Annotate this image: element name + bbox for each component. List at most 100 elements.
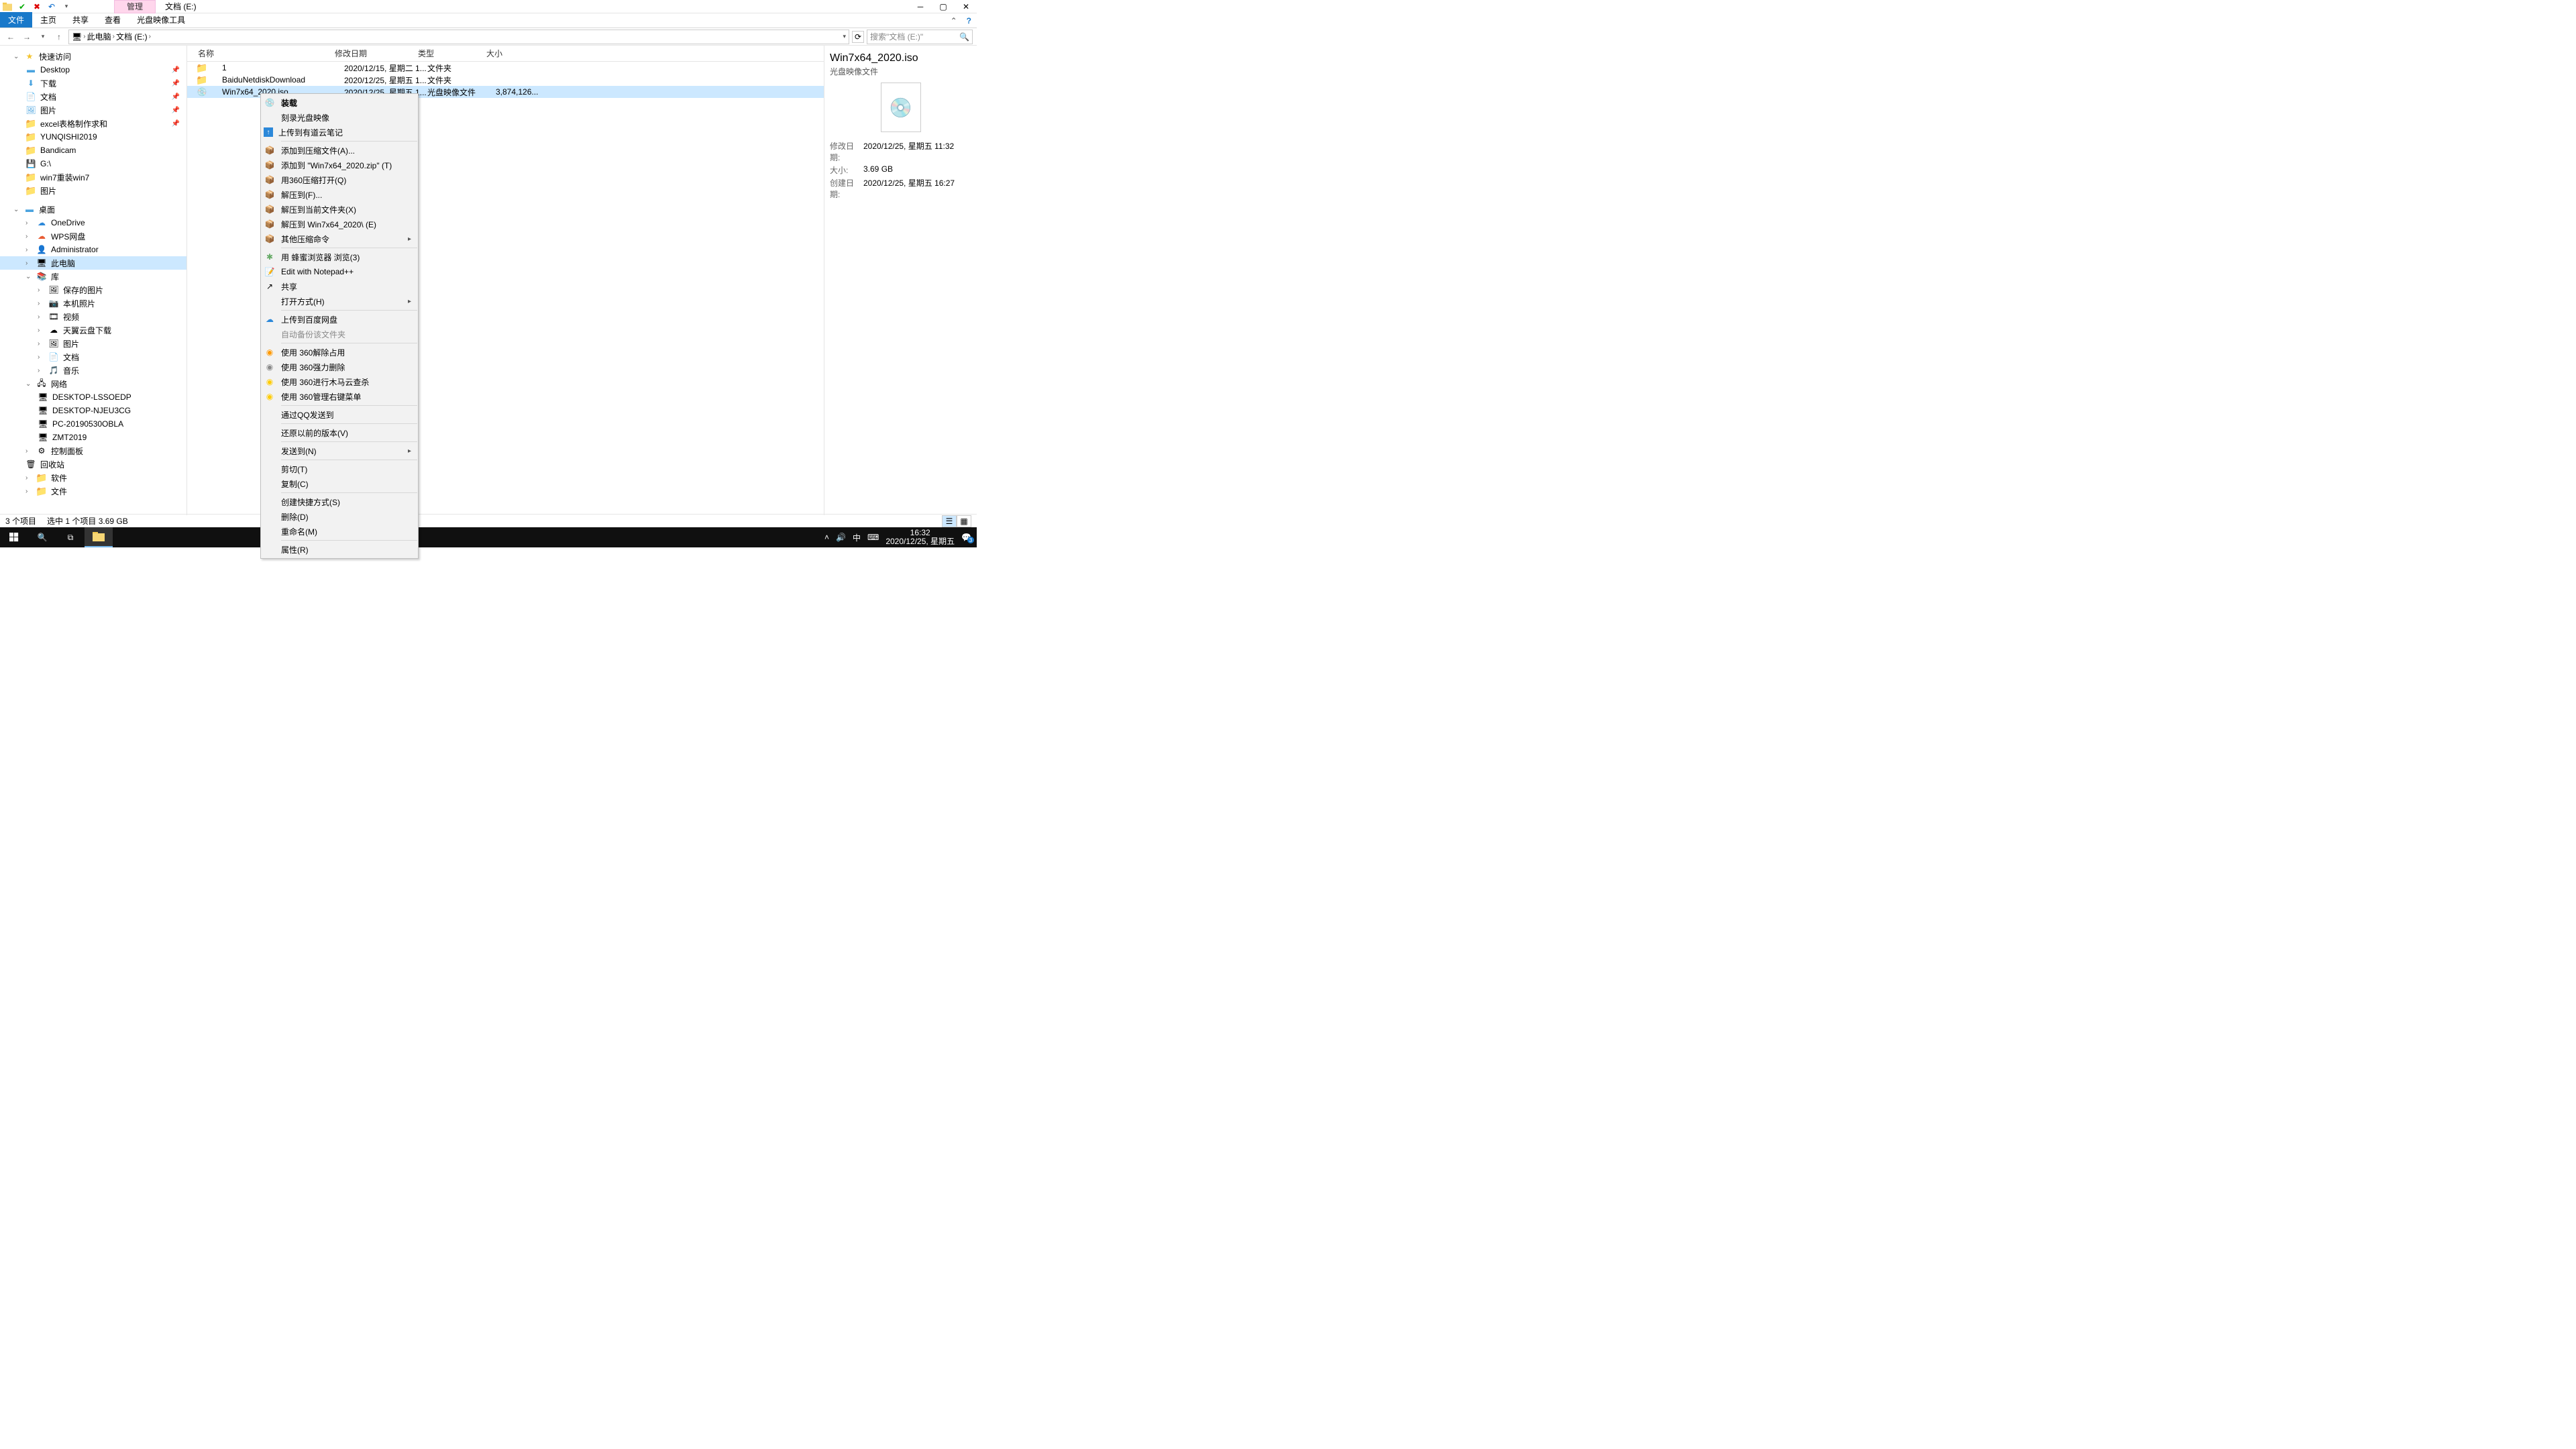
ctx-rename[interactable]: 重命名(M) xyxy=(261,524,418,539)
search-icon[interactable]: 🔍 xyxy=(959,32,969,42)
qat-check-icon[interactable]: ✔ xyxy=(17,1,28,12)
chevron-right-icon[interactable]: › xyxy=(25,233,32,240)
qat-close-icon[interactable]: ✖ xyxy=(32,1,42,12)
chevron-right-icon[interactable]: › xyxy=(38,354,44,361)
tree-folder[interactable]: ›📁文件 xyxy=(0,484,186,498)
search-input[interactable]: 搜索"文档 (E:)" 🔍 xyxy=(867,30,973,44)
taskbar-taskview-icon[interactable]: ⧉ xyxy=(56,527,85,547)
tray-keyboard-icon[interactable]: ⌨ xyxy=(867,533,879,542)
chevron-right-icon[interactable]: › xyxy=(25,488,32,495)
tree-user[interactable]: ›👤Administrator xyxy=(0,243,186,256)
tree-lib-item[interactable]: ›🎵音乐 xyxy=(0,364,186,377)
ctx-youdao[interactable]: ↑上传到有道云笔记 xyxy=(261,125,418,140)
chevron-down-icon[interactable]: ⌄ xyxy=(25,273,32,280)
tree-pictures[interactable]: 🖼图片📌 xyxy=(0,103,186,117)
tree-wps[interactable]: ›☁WPS网盘 xyxy=(0,229,186,243)
file-row[interactable]: 📁 1 2020/12/15, 星期二 1... 文件夹 xyxy=(187,62,824,74)
ctx-restore-version[interactable]: 还原以前的版本(V) xyxy=(261,425,418,440)
chevron-right-icon[interactable]: › xyxy=(25,219,32,227)
chevron-right-icon[interactable]: › xyxy=(25,447,32,455)
tree-recycle[interactable]: 🗑回收站 xyxy=(0,458,186,471)
chevron-right-icon[interactable]: › xyxy=(38,300,44,307)
tree-lib-item[interactable]: ›🖼图片 xyxy=(0,337,186,350)
close-button[interactable]: ✕ xyxy=(961,1,971,12)
ctx-burn[interactable]: 刻录光盘映像 xyxy=(261,110,418,125)
ctx-copy[interactable]: 复制(C) xyxy=(261,476,418,491)
chevron-right-icon[interactable]: › xyxy=(25,474,32,482)
maximize-button[interactable]: ▢ xyxy=(938,1,949,12)
ctx-extract-named[interactable]: 📦解压到 Win7x64_2020\ (E) xyxy=(261,217,418,231)
chevron-right-icon[interactable]: › xyxy=(25,260,32,267)
ctx-mount[interactable]: 💿装载 xyxy=(261,95,418,110)
col-name[interactable]: 名称 xyxy=(187,48,335,59)
chevron-right-icon[interactable]: › xyxy=(25,246,32,254)
chevron-down-icon[interactable]: ⌄ xyxy=(25,380,32,388)
tree-control-panel[interactable]: ›⚙控制面板 xyxy=(0,444,186,458)
ctx-360-unlock[interactable]: ◉使用 360解除占用 xyxy=(261,345,418,360)
col-date[interactable]: 修改日期 xyxy=(335,48,418,59)
tree-downloads[interactable]: ⬇下载📌 xyxy=(0,76,186,90)
tree-onedrive[interactable]: ›☁OneDrive xyxy=(0,216,186,229)
breadcrumb-pc[interactable]: 此电脑 xyxy=(87,31,111,42)
chevron-down-icon[interactable]: ⌄ xyxy=(13,53,20,60)
view-details-icon[interactable]: ☰ xyxy=(942,515,957,527)
tree-lib-item[interactable]: ›📄文档 xyxy=(0,350,186,364)
tree-network-pc[interactable]: 🖥DESKTOP-NJEU3CG xyxy=(0,404,186,417)
tree-folder[interactable]: 📁Bandicam xyxy=(0,144,186,157)
tree-network[interactable]: ⌄🖧网络 xyxy=(0,377,186,390)
ctx-cut[interactable]: 剪切(T) xyxy=(261,462,418,476)
tree-folder[interactable]: 📁win7重装win7 xyxy=(0,170,186,184)
col-type[interactable]: 类型 xyxy=(418,48,486,59)
ctx-other-zip[interactable]: 📦其他压缩命令▸ xyxy=(261,231,418,246)
ctx-360-delete[interactable]: ◉使用 360强力删除 xyxy=(261,360,418,374)
ctx-extract-to[interactable]: 📦解压到(F)... xyxy=(261,187,418,202)
tree-drive[interactable]: 💾G:\ xyxy=(0,157,186,170)
tree-folder[interactable]: ›📁软件 xyxy=(0,471,186,484)
tree-lib-item[interactable]: ›☁天翼云盘下载 xyxy=(0,323,186,337)
tree-folder[interactable]: 📁YUNQISHI2019 xyxy=(0,130,186,144)
tree-this-pc[interactable]: ›🖥此电脑 xyxy=(0,256,186,270)
tree-desktop-root[interactable]: ⌄▬桌面 xyxy=(0,203,186,216)
ctx-qq-send[interactable]: 通过QQ发送到 xyxy=(261,407,418,422)
breadcrumb-drive[interactable]: 文档 (E:) xyxy=(116,31,148,42)
ribbon-view[interactable]: 查看 xyxy=(97,12,129,28)
tree-quick-access[interactable]: ⌄★快速访问 xyxy=(0,50,186,63)
chevron-down-icon[interactable]: ⌄ xyxy=(13,206,20,213)
chevron-right-icon[interactable]: › xyxy=(38,286,44,294)
tree-network-pc[interactable]: 🖥PC-20190530OBLA xyxy=(0,417,186,431)
ctx-send-to[interactable]: 发送到(N)▸ xyxy=(261,443,418,458)
nav-forward-icon[interactable]: → xyxy=(20,30,34,44)
taskbar-explorer-icon[interactable] xyxy=(85,527,113,547)
ctx-notepadpp[interactable]: 📝Edit with Notepad++ xyxy=(261,264,418,279)
ctx-360-scan[interactable]: ◉使用 360进行木马云查杀 xyxy=(261,374,418,389)
qat-dropdown-icon[interactable]: ▾ xyxy=(61,1,72,12)
chevron-right-icon[interactable]: › xyxy=(38,313,44,321)
tree-documents[interactable]: 📄文档📌 xyxy=(0,90,186,103)
ctx-360-menu[interactable]: ◉使用 360管理右键菜单 xyxy=(261,389,418,404)
tree-lib-item[interactable]: ›🎞视频 xyxy=(0,310,186,323)
tree-network-pc[interactable]: 🖥DESKTOP-LSSOEDP xyxy=(0,390,186,404)
tray-expand-icon[interactable]: ˄ xyxy=(824,533,829,542)
nav-history-dropdown-icon[interactable]: ▾ xyxy=(36,30,50,44)
tree-desktop[interactable]: ▬Desktop📌 xyxy=(0,63,186,76)
chevron-right-icon[interactable]: › xyxy=(38,340,44,347)
ribbon-share[interactable]: 共享 xyxy=(64,12,97,28)
ctx-properties[interactable]: 属性(R) xyxy=(261,542,418,557)
taskbar-search-icon[interactable]: 🔍 xyxy=(28,527,56,547)
breadcrumb[interactable]: 🖥 › 此电脑 › 文档 (E:) › ▾ xyxy=(68,30,849,44)
col-size[interactable]: 大小 xyxy=(486,48,527,59)
ribbon-home[interactable]: 主页 xyxy=(32,12,64,28)
tree-libraries[interactable]: ⌄📚库 xyxy=(0,270,186,283)
file-row[interactable]: 📁 BaiduNetdiskDownload 2020/12/25, 星期五 1… xyxy=(187,74,824,86)
chevron-right-icon[interactable]: › xyxy=(38,327,44,334)
chevron-right-icon[interactable]: › xyxy=(149,33,151,40)
nav-up-icon[interactable]: ↑ xyxy=(52,30,66,44)
tree-network-pc[interactable]: 🖥ZMT2019 xyxy=(0,431,186,444)
tray-clock[interactable]: 16:32 2020/12/25, 星期五 xyxy=(885,529,955,546)
start-button[interactable] xyxy=(0,527,28,547)
chevron-right-icon[interactable]: › xyxy=(113,33,115,40)
tray-action-center-icon[interactable]: 💬3 xyxy=(961,533,971,542)
ctx-open-360zip[interactable]: 📦用360压缩打开(Q) xyxy=(261,172,418,187)
qat-undo-icon[interactable]: ↶ xyxy=(46,1,57,12)
nav-back-icon[interactable]: ← xyxy=(4,30,17,44)
